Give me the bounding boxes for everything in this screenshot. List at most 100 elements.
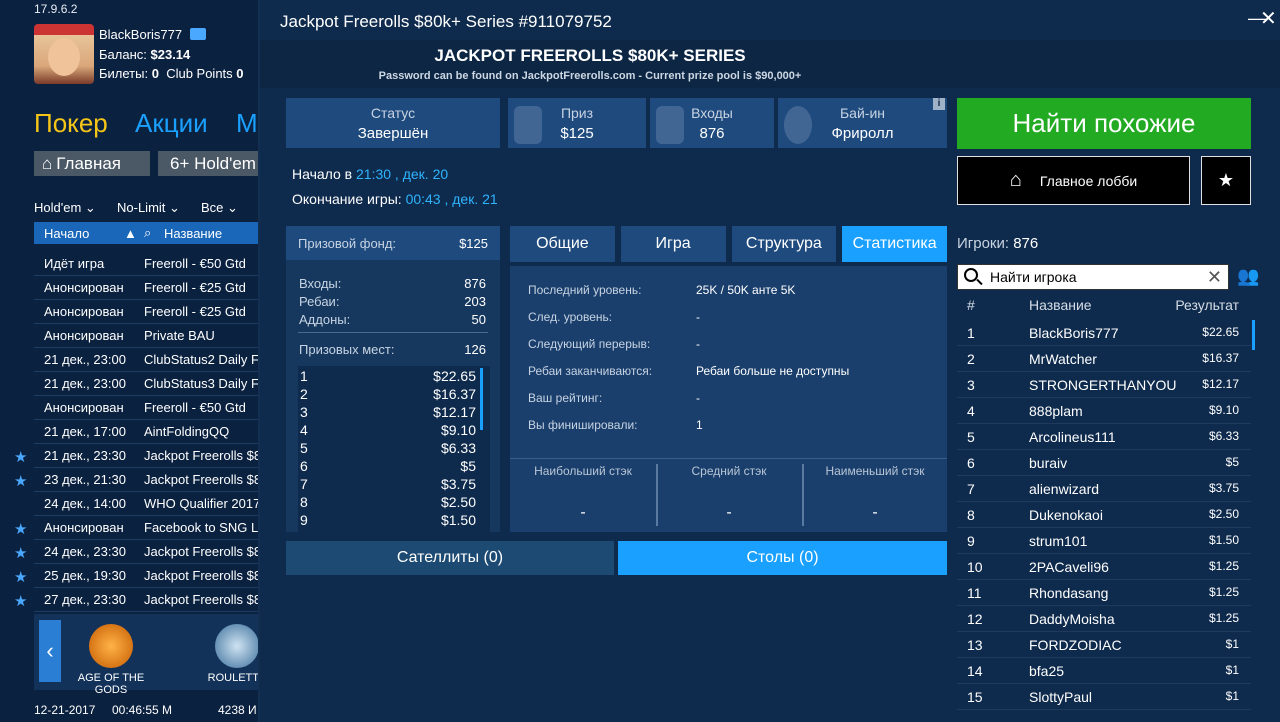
list-item[interactable]: 21 дек., 23:00 ClubStatus3 Daily FF — [34, 372, 262, 396]
info-icon[interactable]: i — [933, 98, 945, 110]
favorite-star-icon[interactable]: ★ — [14, 592, 27, 610]
lobby-panel: 17.9.6.2 BlackBoris777 Баланс: $23.14 Би… — [0, 0, 268, 722]
favorite-star-icon[interactable]: ★ — [14, 568, 27, 586]
player-row[interactable]: 5 Arcolineus111 $6.33 — [957, 424, 1251, 450]
home-icon: ⌂ — [42, 153, 53, 173]
name-cell: Private BAU — [144, 328, 215, 343]
list-item[interactable]: Анонсирован Freeroll - €50 Gtd — [34, 396, 262, 420]
prize-place-row: 9 $1.50 — [300, 512, 476, 528]
home-button[interactable]: ⌂ Главная — [34, 151, 150, 176]
tables-button[interactable]: Столы (0) — [618, 541, 947, 575]
balance: Баланс: $23.14 — [99, 47, 191, 62]
tab-structure[interactable]: Структура — [731, 226, 837, 262]
footer-count: 4238 И — [218, 703, 257, 717]
tile-buyin: Бай-ин Фриролл — [778, 98, 947, 148]
list-item[interactable]: 27 дек., 23:30 Jackpot Freerolls $8 — [34, 588, 262, 612]
star-icon[interactable]: ★ — [1201, 156, 1251, 205]
chevron-left-icon[interactable]: ‹ — [39, 620, 61, 682]
col-start[interactable]: Начало — [34, 226, 124, 241]
stack-smallest: Наименьший стэк - — [825, 464, 925, 521]
name-cell: WHO Qualifier 2017 — [144, 496, 261, 511]
filter-limit[interactable]: No-Limit ⌄ — [117, 200, 180, 216]
players-table-header: # Название Результат — [967, 297, 1239, 313]
clear-icon[interactable]: ✕ — [1207, 267, 1222, 288]
start-cell: 21 дек., 17:00 — [44, 424, 126, 439]
satellites-button[interactable]: Сателлиты (0) — [286, 541, 614, 575]
prize-place-row: 5 $6.33 — [300, 440, 476, 456]
list-item[interactable]: 21 дек., 23:30 Jackpot Freerolls $8 — [34, 444, 262, 468]
list-item[interactable]: Анонсирован Private BAU — [34, 324, 262, 348]
holdem-button[interactable]: 6+ Hold'em — [158, 151, 268, 176]
list-item[interactable]: 21 дек., 17:00 AintFoldingQQ — [34, 420, 262, 444]
player-row[interactable]: 14 bfa25 $1 — [957, 658, 1251, 684]
find-similar-button[interactable]: Найти похожие — [957, 98, 1251, 149]
player-row[interactable]: 11 Rhondasang $1.25 — [957, 580, 1251, 606]
player-row[interactable]: 2 MrWatcher $16.37 — [957, 346, 1251, 372]
favorite-star-icon[interactable]: ★ — [14, 448, 27, 466]
start-cell: Анонсирован — [44, 400, 124, 415]
stack-largest: Наибольший стэк - — [534, 464, 632, 521]
info-tabs: Общие Игра Структура Статистика — [510, 226, 947, 262]
close-icon[interactable]: ✕ — [1260, 6, 1277, 31]
tab-stats[interactable]: Статистика — [842, 226, 947, 262]
player-row[interactable]: 10 2PACaveli96 $1.25 — [957, 554, 1251, 580]
list-header: Начало ▲ ⌕ Название — [34, 222, 262, 244]
people-icon — [656, 106, 684, 144]
favorite-star-icon[interactable]: ★ — [14, 520, 27, 538]
player-row[interactable]: 9 strum101 $1.50 — [957, 528, 1251, 554]
window-title: Jackpot Freerolls $80k+ Series #91107975… — [280, 12, 612, 31]
list-item[interactable]: 21 дек., 23:00 ClubStatus2 Daily FF — [34, 348, 262, 372]
player-row[interactable]: 6 buraiv $5 — [957, 450, 1251, 476]
nav-poker[interactable]: Покер — [34, 108, 108, 139]
search-icon[interactable]: ⌕ — [144, 225, 164, 241]
player-row[interactable]: 7 alienwizard $3.75 — [957, 476, 1251, 502]
favorite-star-icon[interactable]: ★ — [14, 544, 27, 562]
app-version: 17.9.6.2 — [34, 2, 78, 16]
tab-game[interactable]: Игра — [620, 226, 726, 262]
stat-value: - — [696, 310, 700, 324]
list-item[interactable]: Идёт игра Freeroll - €50 Gtd — [34, 252, 262, 276]
start-cell: Анонсирован — [44, 304, 124, 319]
filter-all[interactable]: Все ⌄ — [201, 200, 238, 216]
player-search-input[interactable]: Найти игрока ✕ — [957, 264, 1229, 290]
prize-place-row: 8 $2.50 — [300, 494, 476, 510]
user-icon[interactable]: 👥 — [1237, 266, 1259, 287]
filter-game[interactable]: Hold'em ⌄ — [34, 200, 96, 216]
tab-general[interactable]: Общие — [510, 226, 615, 262]
start-cell: Анонсирован — [44, 328, 124, 343]
player-row[interactable]: 3 STRONGERTHANYOU $12.17 — [957, 372, 1251, 398]
list-item[interactable]: 24 дек., 23:30 Jackpot Freerolls $8 — [34, 540, 262, 564]
avatar[interactable] — [34, 24, 94, 84]
name-cell: Jackpot Freerolls $8 — [144, 544, 262, 559]
start-time: Начало в 21:30 , дек. 20 — [292, 166, 449, 182]
name-cell: Jackpot Freerolls $8 — [144, 448, 262, 463]
list-item[interactable]: 23 дек., 21:30 Jackpot Freerolls $8 — [34, 468, 262, 492]
list-item[interactable]: Анонсирован Freeroll - €25 Gtd — [34, 300, 262, 324]
player-row[interactable]: 12 DaddyMoisha $1.25 — [957, 606, 1251, 632]
prize-place-row: 7 $3.75 — [300, 476, 476, 492]
nav-promo[interactable]: Акции — [135, 108, 208, 139]
favorite-star-icon[interactable]: ★ — [14, 472, 27, 490]
end-time: Окончание игры: 00:43 , дек. 21 — [292, 191, 498, 207]
list-item[interactable]: Анонсирован Facebook to SNG La — [34, 516, 262, 540]
list-item[interactable]: 24 дек., 14:00 WHO Qualifier 2017 — [34, 492, 262, 516]
player-row[interactable]: 13 FORDZODIAC $1 — [957, 632, 1251, 658]
player-row[interactable]: 4 888plam $9.10 — [957, 398, 1251, 424]
sort-up-icon[interactable]: ▲ — [124, 226, 144, 241]
prize-place-row: 1 $22.65 — [300, 368, 476, 384]
game-age-of-gods[interactable]: AGE OF THE GODS — [76, 624, 146, 696]
scrollbar[interactable] — [480, 368, 483, 430]
name-cell: Jackpot Freerolls $8 — [144, 472, 262, 487]
player-row[interactable]: 1 BlackBoris777 $22.65 — [957, 320, 1251, 346]
list-item[interactable]: 25 дек., 19:30 Jackpot Freerolls $8 — [34, 564, 262, 588]
player-row[interactable]: 15 SlottyPaul $1 — [957, 684, 1251, 710]
main-lobby-button[interactable]: ⌂ Главное лобби — [957, 156, 1190, 205]
list-item[interactable]: Анонсирован Freeroll - €25 Gtd — [34, 276, 262, 300]
tile-prize: Приз $125 — [508, 98, 646, 148]
prize-places-list[interactable]: 1 $22.65 2 $16.37 3 $12.17 4 $9.10 5 $6.33 6 $5 7 $3.… — [298, 366, 490, 532]
mail-icon[interactable] — [190, 28, 206, 40]
scrollbar[interactable] — [1252, 320, 1255, 350]
nav-more[interactable]: М — [236, 108, 258, 139]
col-name[interactable]: Название — [164, 226, 222, 241]
player-row[interactable]: 8 Dukenokaoi $2.50 — [957, 502, 1251, 528]
